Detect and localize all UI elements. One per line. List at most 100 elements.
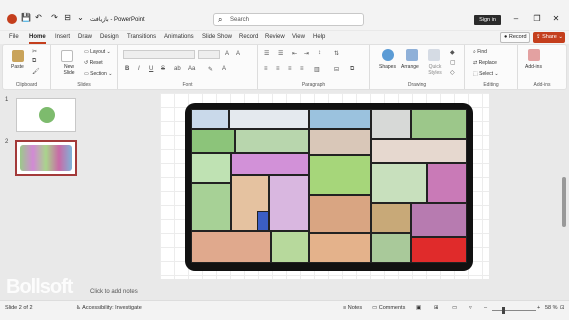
highlight-icon[interactable]: ✎	[208, 66, 213, 73]
tab-home[interactable]: Home	[29, 34, 46, 40]
slides-label: Slides	[77, 82, 91, 88]
strikethrough-button[interactable]: S	[161, 66, 165, 72]
picture-tile	[191, 153, 231, 183]
italic-button[interactable]: I	[138, 66, 140, 72]
zoom-slider[interactable]	[492, 310, 536, 311]
addins-icon[interactable]	[528, 49, 540, 61]
change-case-icon[interactable]: Aa	[188, 66, 195, 72]
format-painter-icon[interactable]: 🖌	[32, 68, 40, 75]
quick-styles-icon[interactable]	[428, 49, 440, 61]
slide1-thumbnail[interactable]	[16, 98, 76, 132]
tab-insert[interactable]: Insert	[55, 34, 70, 40]
copy-icon[interactable]: ⧉	[32, 58, 36, 65]
share-button[interactable]: ⇪ Share ⌄	[533, 32, 565, 43]
arrange-icon[interactable]	[406, 49, 418, 61]
comments-button[interactable]: ▭ Comments	[372, 305, 405, 311]
redo-icon[interactable]: ↷	[50, 13, 59, 22]
tab-slide-show[interactable]: Slide Show	[202, 34, 232, 40]
decrease-indent-icon[interactable]: ⇤	[292, 50, 297, 57]
picture-tile	[411, 203, 467, 237]
smartart-icon[interactable]: ⧉	[350, 66, 354, 73]
restore-icon[interactable]: ❐	[532, 14, 542, 23]
increase-indent-icon[interactable]: ⇥	[304, 50, 309, 57]
tab-help[interactable]: Help	[313, 34, 325, 40]
shapes-icon[interactable]	[382, 49, 394, 61]
layout-button[interactable]: ▭ Layout ⌄	[84, 49, 111, 55]
save-icon[interactable]: 💾	[21, 13, 31, 22]
align-left-icon[interactable]: ≡	[264, 66, 268, 72]
slide-sorter-icon[interactable]: ⊞	[434, 305, 439, 311]
font-size-dropdown[interactable]	[198, 50, 220, 59]
zoom-in-icon[interactable]: +	[537, 305, 540, 311]
tab-review[interactable]: Review	[265, 34, 285, 40]
picture-tile	[309, 129, 371, 155]
picture-tile	[191, 129, 235, 153]
undo-icon[interactable]: ↶	[34, 13, 43, 22]
normal-view-icon[interactable]: ▣	[416, 305, 421, 311]
document-title: بازیافت - PowerPoint	[90, 17, 145, 23]
underline-button[interactable]: U	[149, 66, 153, 72]
notes-button[interactable]: ≡ Notes	[343, 305, 362, 311]
new-slide-icon[interactable]	[61, 50, 73, 62]
record-button[interactable]: ● Record	[500, 32, 530, 43]
bullets-icon[interactable]: ☰	[264, 50, 269, 57]
select-button[interactable]: ⬚ Select ⌄	[473, 71, 499, 77]
font-name-dropdown[interactable]	[123, 50, 195, 59]
picture-tile	[309, 155, 371, 195]
picture-tile	[371, 233, 411, 263]
zoom-level[interactable]: 58 %	[545, 305, 558, 311]
tab-view[interactable]: View	[292, 34, 305, 40]
decrease-font-icon[interactable]: A	[236, 51, 240, 57]
bold-button[interactable]: B	[125, 66, 129, 72]
shape-effects-icon[interactable]: ◇	[450, 69, 455, 76]
close-icon[interactable]: ✕	[551, 14, 561, 23]
slide-thumbnail-panel: 1 2	[0, 91, 84, 291]
editing-label: Editing	[483, 82, 499, 88]
text-direction-icon[interactable]: ⇅	[334, 50, 339, 57]
line-spacing-icon[interactable]: ↕	[318, 50, 321, 56]
tab-design[interactable]: Design	[100, 34, 119, 40]
tab-transitions[interactable]: Transitions	[127, 34, 156, 40]
justify-icon[interactable]: ≡	[300, 66, 304, 72]
char-spacing-icon[interactable]: ab	[174, 66, 181, 72]
increase-font-icon[interactable]: A	[225, 51, 229, 57]
notes-label: Notes	[347, 305, 363, 311]
picture-tile	[309, 195, 371, 233]
tab-animations[interactable]: Animations	[164, 34, 194, 40]
align-text-icon[interactable]: ⊟	[334, 66, 339, 73]
sign-in-button[interactable]: Sign in	[474, 15, 501, 25]
vertical-scrollbar[interactable]	[561, 92, 567, 292]
find-button[interactable]: ⌕ Find	[473, 49, 487, 55]
shape-fill-icon[interactable]: ◆	[450, 49, 455, 56]
tab-file[interactable]: File	[9, 34, 19, 40]
slideshow-icon[interactable]: ▿	[469, 305, 472, 311]
start-from-beginning-icon[interactable]: ⊟	[63, 13, 72, 22]
replace-button[interactable]: ⇄ Replace	[473, 60, 497, 66]
cut-icon[interactable]: ✂	[32, 48, 37, 55]
minimize-icon[interactable]: –	[511, 14, 521, 23]
zoom-slider-thumb[interactable]	[502, 307, 505, 314]
columns-icon[interactable]: ▥	[314, 66, 320, 73]
picture-tile	[191, 231, 271, 263]
paste-icon[interactable]	[12, 50, 24, 62]
tab-draw[interactable]: Draw	[78, 34, 92, 40]
font-color-icon[interactable]: A	[222, 66, 226, 72]
align-center-icon[interactable]: ≡	[276, 66, 280, 72]
search-box[interactable]: ⌕ Search	[213, 13, 364, 26]
notes-placeholder[interactable]: Click to add notes	[90, 289, 138, 295]
shape-outline-icon[interactable]: ▢	[450, 59, 456, 66]
align-right-icon[interactable]: ≡	[288, 66, 292, 72]
reading-view-icon[interactable]: ▭	[452, 305, 457, 311]
scrollbar-thumb[interactable]	[562, 177, 566, 227]
section-button[interactable]: ▭ Section ⌄	[84, 71, 112, 77]
slide2-thumbnail[interactable]	[15, 140, 77, 176]
picture-tile	[309, 233, 371, 263]
reset-button[interactable]: ↺ Reset	[84, 60, 103, 66]
zoom-out-icon[interactable]: –	[484, 305, 487, 311]
customize-toolbar-icon[interactable]: ⌄	[76, 13, 85, 22]
fit-slide-icon[interactable]: ⊡	[560, 305, 565, 311]
numbering-icon[interactable]: ☰	[278, 50, 283, 57]
accessibility-status[interactable]: ♿ Accessibility: Investigate	[76, 305, 142, 311]
slide-picture[interactable]	[185, 103, 473, 271]
tab-record[interactable]: Record	[239, 34, 258, 40]
